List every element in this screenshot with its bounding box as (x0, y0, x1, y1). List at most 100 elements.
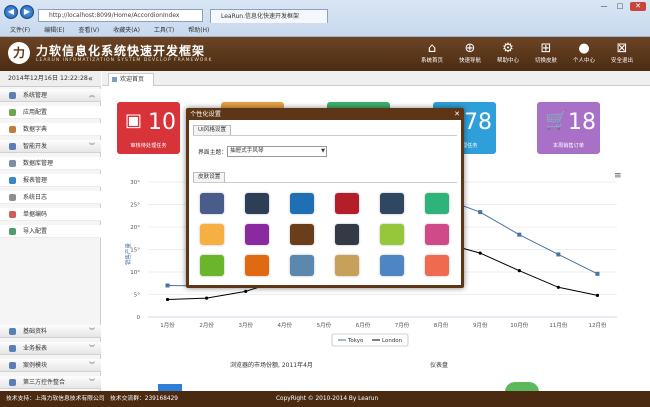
skin-swatch[interactable] (245, 193, 269, 214)
skin-swatch[interactable] (335, 255, 359, 276)
sidebar-group-reports[interactable]: 业务报表 ︾ (0, 342, 101, 355)
cart-icon: 🛒 (545, 110, 568, 131)
y-tick-label: 5° (134, 293, 140, 299)
data-point[interactable] (556, 252, 561, 257)
skin-swatch[interactable] (290, 224, 314, 245)
gauge-title: 仪表盘 (430, 362, 449, 369)
skin-swatch[interactable] (380, 193, 404, 214)
back-icon[interactable]: ◀ (4, 5, 18, 19)
sidebar-group-dev[interactable]: 智能开发 ︾ (0, 140, 101, 153)
app-title: 力软信息化系统快速开发框架 (36, 44, 206, 58)
menu-view[interactable]: 查看(V) (78, 27, 99, 34)
chart-menu-icon[interactable]: ≡ (614, 171, 622, 181)
data-point[interactable] (595, 293, 600, 297)
clipboard-check-icon: ▣ (125, 110, 143, 131)
sidebar-group-thirdparty[interactable]: 第三方控件整合 ︾ (0, 376, 101, 389)
report-icon (9, 177, 16, 184)
forward-icon[interactable]: ▶ (20, 5, 34, 19)
data-point[interactable] (165, 297, 170, 302)
legend-label[interactable]: Tokyo (347, 338, 364, 344)
data-point[interactable] (517, 232, 522, 237)
x-tick-label: 6月份 (356, 321, 371, 329)
nav-home[interactable]: ⌂ 系统首页 (415, 41, 449, 69)
sidebar-item-import[interactable]: 导入配置 (0, 225, 101, 238)
sidebar-group-basic[interactable]: 基础资料 ︾ (0, 325, 101, 338)
nav-quick[interactable]: ⊕ 快速导航 (453, 41, 487, 69)
skin-swatch[interactable] (425, 255, 449, 276)
skin-swatch[interactable] (200, 193, 224, 214)
address-bar[interactable]: http://localhost:8099/Home/AccordionInde… (38, 9, 203, 22)
legend-label[interactable]: London (382, 338, 403, 344)
x-tick-label: 3月份 (238, 321, 253, 329)
chevron-down-icon: ︾ (88, 328, 95, 335)
sidebar-item-db[interactable]: 数据库管理 (0, 157, 101, 170)
folder-icon (9, 92, 16, 99)
sidebar-item-app-config[interactable]: 应用配置 (0, 106, 101, 119)
skin-swatch[interactable] (380, 224, 404, 245)
menu-tools[interactable]: 工具(T) (154, 27, 174, 34)
skin-swatch[interactable] (380, 255, 404, 276)
gear-icon: ⚙ (502, 41, 514, 56)
chevron-down-icon: ︾ (88, 345, 95, 352)
card-orders[interactable]: 🛒 18 本周销售订单 (537, 102, 600, 154)
skin-swatch[interactable] (245, 224, 269, 245)
skin-swatch[interactable] (290, 255, 314, 276)
nav-help[interactable]: ⚙ 帮助中心 (491, 41, 525, 69)
minimize-icon[interactable]: — (596, 2, 612, 11)
card-audit[interactable]: ▣ 10 审核待处理任务 (117, 102, 180, 154)
sidebar-item-dictionary[interactable]: 数据字典 (0, 123, 101, 136)
skin-swatch[interactable] (245, 255, 269, 276)
x-tick-label: 10月份 (510, 321, 528, 329)
skin-swatch[interactable] (425, 193, 449, 214)
tab-welcome[interactable]: 欢迎首页 (108, 73, 154, 86)
collapse-sidebar-icon[interactable]: « (88, 74, 93, 83)
data-point[interactable] (478, 251, 482, 255)
app-header: 力 力软信息化系统快速开发框架 LEARUN INFOMATIZATION SY… (0, 37, 650, 71)
skin-swatch[interactable] (335, 193, 359, 214)
sidebar-group-cases[interactable]: 案例模块 ︾ (0, 359, 101, 372)
page-icon (112, 77, 117, 82)
sidebar-item-log[interactable]: 系统日志 (0, 191, 101, 204)
data-point[interactable] (517, 269, 521, 273)
sidebar-item-code[interactable]: 单据编码 (0, 208, 101, 221)
data-point[interactable] (205, 296, 209, 300)
data-point[interactable] (244, 289, 248, 293)
y-tick-label: 10° (130, 270, 140, 276)
data-point[interactable] (595, 271, 600, 276)
nav-logout[interactable]: ⊠ 安全退出 (605, 41, 639, 69)
skin-swatch[interactable] (290, 193, 314, 214)
browser-chrome: ◀ ▶ http://localhost:8099/Home/Accordion… (0, 0, 650, 37)
data-point[interactable] (165, 283, 170, 288)
nav-skin[interactable]: ⊞ 切换皮肤 (529, 41, 563, 69)
menu-file[interactable]: 文件(F) (10, 27, 30, 34)
skin-swatch[interactable] (335, 224, 359, 245)
sidebar-group-system[interactable]: 系统管理 ︽ (0, 89, 101, 102)
home-icon: ⌂ (427, 41, 437, 56)
modal-title: 个性化设置 (190, 111, 221, 118)
browser-menubar: 文件(F) 编辑(E) 查看(V) 收藏夹(A) 工具(T) 帮助(H) (0, 24, 650, 37)
y-tick-label: 20° (130, 225, 140, 231)
logo-icon: 力 (8, 42, 30, 64)
close-icon[interactable]: ✕ (452, 109, 462, 119)
menu-help[interactable]: 帮助(H) (188, 27, 209, 34)
footer-support: 技术支持：上海力软信息技术有限公司 (6, 396, 105, 402)
maximize-icon[interactable]: □ (612, 2, 628, 11)
browser-tab[interactable]: LeaRun.信息化快速开发框架 (210, 9, 328, 23)
footer-qq: 技术交流群：239168429 (110, 396, 178, 402)
skin-swatch[interactable] (425, 224, 449, 245)
data-point[interactable] (556, 285, 560, 289)
browser-share-bar (158, 384, 182, 391)
skin-swatch[interactable] (200, 224, 224, 245)
code-icon (9, 211, 16, 218)
sidebar-item-report[interactable]: 报表管理 (0, 174, 101, 187)
y-tick-label: 0 (137, 315, 141, 321)
folder-icon (9, 379, 16, 386)
menu-edit[interactable]: 编辑(E) (44, 27, 64, 34)
main-tabbar (102, 71, 650, 86)
nav-profile[interactable]: ● 个人中心 (567, 41, 601, 69)
skin-swatch[interactable] (200, 255, 224, 276)
menu-favorites[interactable]: 收藏夹(A) (113, 27, 140, 34)
chevron-down-icon: ︾ (88, 143, 95, 150)
close-window-icon[interactable]: ✕ (630, 2, 646, 11)
data-point[interactable] (478, 210, 483, 215)
